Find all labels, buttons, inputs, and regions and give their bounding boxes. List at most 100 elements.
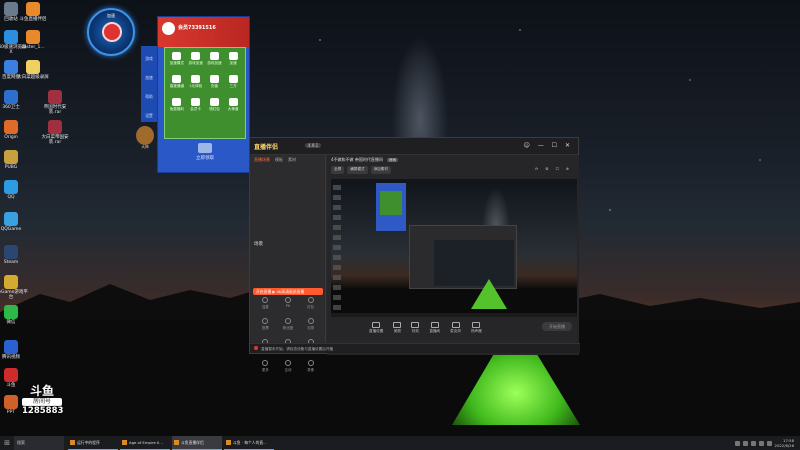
desktop-icon[interactable]: caster_1... (16, 30, 50, 51)
desktop-icon[interactable]: 斗鱼直播伴侣 (16, 2, 50, 23)
desktop-icon[interactable]: QQGame (0, 212, 28, 233)
desktop-icon[interactable]: WeGame游戏平台 (0, 275, 28, 301)
desktop-icon[interactable]: 帝国时代安装.rar (38, 90, 72, 116)
function-grid-item[interactable]: 游戏加速 (206, 51, 224, 73)
tray-icon[interactable] (742, 440, 748, 446)
tab-material[interactable]: 素材 (288, 157, 296, 164)
room-tag: 房间 (387, 158, 399, 162)
side-item[interactable]: 加速 (141, 65, 157, 84)
windows-start-icon[interactable]: ⊞ (0, 436, 14, 450)
desktop-icon[interactable]: QQ (0, 180, 28, 201)
clock[interactable]: 17:58 2022/6/26 (775, 438, 794, 448)
network-icon[interactable] (766, 440, 772, 446)
taskbar-item[interactable]: Age of Empire II... (120, 436, 170, 450)
bottom-tool-label: 直播间 (429, 329, 441, 333)
floating-accelerator-ball[interactable]: 加速 (87, 8, 135, 56)
function-grid-item[interactable]: 加速 (224, 51, 242, 73)
app-icon (4, 120, 18, 134)
desktop-icon-label: QQ (7, 195, 15, 200)
toolbar-button[interactable]: 横屏模式 (347, 166, 368, 174)
function-grid-item[interactable]: 1元体验 (187, 74, 205, 96)
function-icon (228, 75, 238, 83)
bottom-tool-icon (393, 322, 402, 328)
desktop-icon[interactable]: 大白菜帝国安装.rar (38, 120, 72, 146)
left-panel: 直播场景 模板 素材 场景 开启直播 ▶ 4K高清画质直播 连麦 PK 红包 投票 粉丝… (250, 155, 326, 372)
toolbar-button[interactable]: 全屏 (331, 166, 345, 174)
app-icon (26, 30, 40, 44)
function-grid-item[interactable]: 加速模式 (168, 51, 186, 73)
taskbar-item[interactable]: 斗鱼直播伴侣 (172, 436, 222, 450)
function-grid-item[interactable]: 充值 (206, 74, 224, 96)
desktop-icon[interactable]: 腾讯视频 (0, 340, 28, 361)
tray-icon[interactable] (750, 440, 756, 446)
tool-button[interactable]: 录像 (299, 360, 322, 372)
watermark-room-number: 1285883 (22, 406, 64, 416)
streaming-app-window: 直播伴侣 4.9.1 ☺ — ☐ ✕ 直播场景 模板 素材 场景 开启直播 ▶ … (249, 137, 580, 372)
desktop-icon[interactable]: 微信 (0, 305, 28, 326)
taskbar-item[interactable]: 斗鱼 · 每个人的直... (224, 436, 274, 450)
desktop-icon-label: 斗鱼 (6, 383, 16, 388)
desktop-icon-label: 微信 (6, 320, 16, 325)
tool-button[interactable]: 连麦 (254, 297, 277, 309)
avatar[interactable] (162, 22, 175, 35)
desktop-icon[interactable]: Steam (0, 245, 28, 266)
gift-icon (198, 143, 212, 153)
app-logo: 直播伴侣 (254, 144, 279, 151)
app-icon (4, 90, 18, 104)
function-grid-item[interactable]: 会员卡 (187, 97, 205, 119)
bottom-tool-button[interactable]: 特效 (411, 322, 420, 334)
side-item[interactable]: 设置 (141, 103, 157, 122)
bottom-tool-button[interactable]: 麦克风 (450, 322, 461, 334)
tool-button[interactable]: 礼物 (299, 318, 322, 330)
app-icon (4, 395, 18, 409)
volume-icon[interactable] (758, 440, 764, 446)
tool-button[interactable]: 投票 (254, 318, 277, 330)
mascot-icon[interactable]: 大神 (136, 126, 154, 149)
toolbar-icons[interactable]: ⟳ ⚙ ☐ ⊕ (532, 166, 575, 174)
tool-icon (262, 318, 269, 324)
taskbar-search[interactable]: 搜索 (14, 436, 64, 450)
tool-button[interactable]: 更多 (254, 360, 277, 372)
tool-icon (284, 360, 291, 366)
function-grid-item[interactable]: 高速通道 (168, 74, 186, 96)
tab-scene[interactable]: 直播场景 (254, 157, 270, 164)
tool-label: 录像 (307, 368, 315, 372)
side-item[interactable]: 游戏 (141, 46, 157, 65)
tool-button[interactable]: PK (277, 297, 300, 309)
function-grid-item[interactable]: 三方 (224, 74, 242, 96)
app-icon (4, 368, 18, 382)
function-grid-item[interactable]: 免费福利 (168, 97, 186, 119)
bottom-tool-button[interactable]: 扬声器 (471, 322, 482, 334)
function-grid-item[interactable]: 大神道 (224, 97, 242, 119)
go-live-button[interactable]: 开始直播 (542, 322, 572, 331)
window-controls[interactable]: ☺ — ☐ ✕ (524, 142, 573, 149)
bottom-tool-button[interactable]: 直播间 (429, 322, 440, 334)
desktop-icon[interactable]: 大白菜超级录屏 (16, 60, 50, 81)
taskbar-item[interactable]: 运行中的程序 (68, 436, 118, 450)
side-item[interactable]: 帮助 (141, 84, 157, 103)
bottom-tool-icon (451, 322, 460, 328)
tool-button[interactable]: 互动 (277, 360, 300, 372)
desktop-icon-label: 大白菜超级录屏 (17, 75, 49, 80)
desktop-icon[interactable]: Origin (0, 120, 28, 141)
bottom-tool-button[interactable]: 直播设置 (369, 322, 383, 334)
bottom-tool-label: 美颜 (393, 329, 401, 333)
panel-footer[interactable]: 立即领取 (166, 143, 244, 167)
toolbar-button[interactable]: 添加素材 (370, 166, 391, 174)
function-grid-item[interactable]: 游戏加速 (187, 51, 205, 73)
bottom-tool-icon (430, 322, 439, 328)
desktop-icon-label: Origin (4, 135, 18, 140)
tab-template[interactable]: 模板 (275, 157, 283, 164)
tool-button[interactable]: 粉丝团 (277, 318, 300, 330)
go-live-banner[interactable]: 开启直播 ▶ 4K高清画质直播 (253, 288, 323, 295)
tray-icon[interactable] (734, 440, 740, 446)
desktop-icon[interactable]: 360卫士 (0, 90, 28, 111)
function-label: 加速 (229, 61, 237, 65)
bottom-tool-button[interactable]: 美颜 (393, 322, 402, 334)
tool-icon (284, 318, 291, 324)
preview-function-grid (380, 191, 402, 215)
desktop-icon[interactable]: PUBG (0, 150, 28, 171)
tool-button[interactable]: 红包 (299, 297, 322, 309)
function-grid-item[interactable]: 领红包 (206, 97, 224, 119)
function-icon (172, 52, 182, 60)
